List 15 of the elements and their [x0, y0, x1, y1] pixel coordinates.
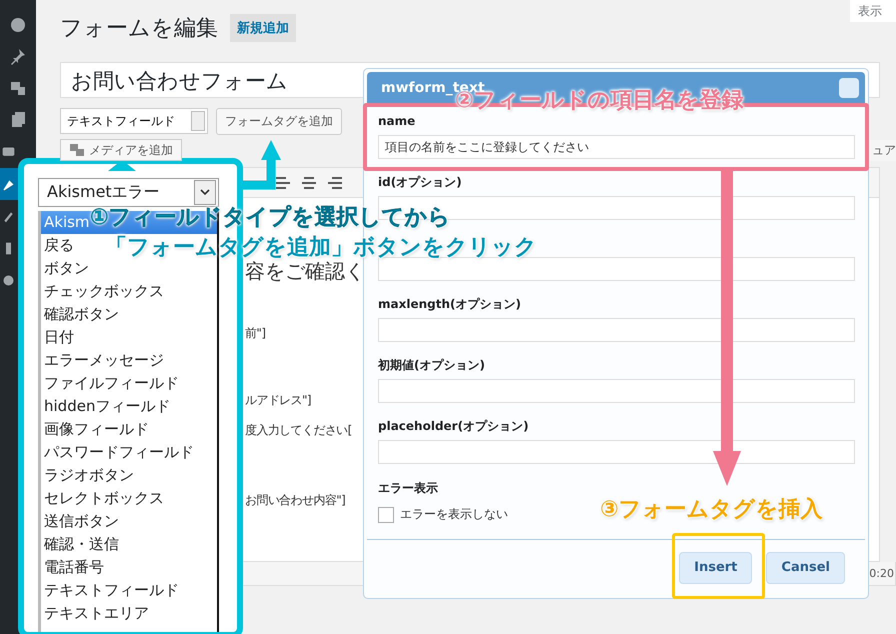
field-label: name: [378, 113, 416, 129]
field-label: id(オプション): [378, 174, 463, 190]
editor-text: お問い合わせ内容"]: [245, 492, 346, 508]
editor-text: 容をご確認く: [245, 259, 365, 283]
annotation-text: ③フォームタグを挿入: [600, 497, 823, 523]
field-label: maxlength(オプション): [378, 296, 522, 312]
field-label: placeholder(オプション): [378, 418, 530, 434]
page-title: フォームを編集: [60, 15, 218, 43]
editor-text: 度入力してください[: [245, 422, 352, 438]
editor-text: 前"]: [245, 325, 266, 341]
editor-text: ルアドレス"]: [245, 392, 312, 408]
timestamp: 0:20: [869, 567, 894, 580]
field-label: エラー表示: [378, 480, 439, 497]
field-label: 初期値(オプション): [378, 357, 486, 373]
checkbox-label: エラーを表示しない: [400, 506, 508, 523]
